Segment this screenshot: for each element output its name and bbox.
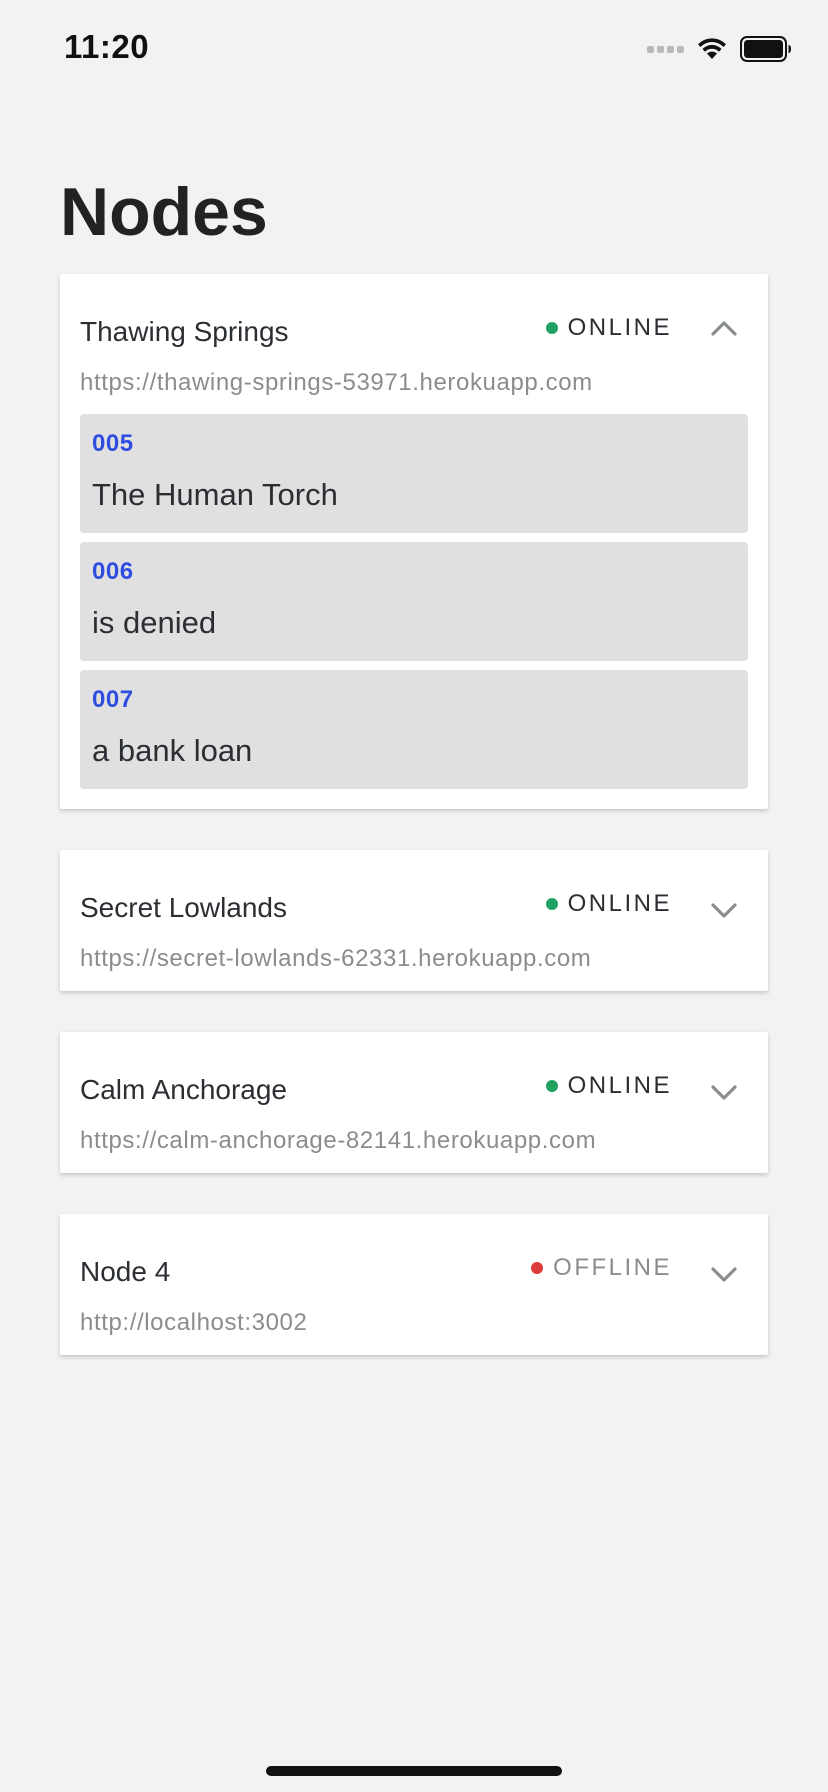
chevron-down-icon <box>711 1085 737 1100</box>
chevron-down-icon <box>711 1267 737 1282</box>
node-status: ONLINE <box>545 890 672 918</box>
node-name: Calm Anchorage <box>80 1074 288 1105</box>
home-indicator[interactable] <box>266 1766 562 1776</box>
list-item[interactable]: 005 The Human Torch <box>80 414 748 533</box>
node-status-label: ONLINE <box>567 314 672 341</box>
node-url: https://thawing-springs-53971.herokuapp.… <box>80 369 593 396</box>
expand-toggle[interactable] <box>706 1074 742 1110</box>
node-name: Thawing Springs <box>80 316 289 347</box>
status-time: 11:20 <box>64 28 150 65</box>
node-card[interactable]: Secret Lowlands ONLINE https://secret-lo… <box>60 850 768 991</box>
status-bar: 11:20 <box>0 0 828 100</box>
node-url: https://calm-anchorage-82141.herokuapp.c… <box>80 1127 597 1154</box>
node-items-list: 005 The Human Torch 006 is denied 007 a … <box>80 414 748 798</box>
node-card[interactable]: Node 4 OFFLINE http://localhost:3002 <box>60 1214 768 1355</box>
status-icons <box>647 36 792 62</box>
node-card[interactable]: Calm Anchorage ONLINE https://calm-ancho… <box>60 1032 768 1173</box>
node-status: ONLINE <box>545 1072 672 1100</box>
expand-toggle[interactable] <box>706 1256 742 1292</box>
item-id: 007 <box>92 686 134 713</box>
node-status: ONLINE <box>545 314 672 342</box>
page-title: Nodes <box>60 174 268 250</box>
online-status-dot <box>545 898 558 910</box>
item-text: is denied <box>92 605 217 640</box>
list-item[interactable]: 006 is denied <box>80 542 748 661</box>
node-url: https://secret-lowlands-62331.herokuapp.… <box>80 945 592 972</box>
node-status: OFFLINE <box>531 1254 672 1282</box>
node-status-label: OFFLINE <box>553 1254 672 1281</box>
node-status-label: ONLINE <box>567 890 672 917</box>
item-text: The Human Torch <box>92 477 338 512</box>
chevron-up-icon <box>711 321 737 336</box>
online-status-dot <box>545 322 558 334</box>
cellular-signal-icon <box>647 45 684 53</box>
node-url: http://localhost:3002 <box>80 1309 308 1336</box>
item-id: 006 <box>92 558 134 585</box>
item-id: 005 <box>92 430 134 457</box>
wifi-icon <box>698 38 726 59</box>
item-text: a bank loan <box>92 733 253 768</box>
list-item[interactable]: 007 a bank loan <box>80 670 748 789</box>
online-status-dot <box>545 1080 558 1092</box>
node-name: Node 4 <box>80 1256 171 1287</box>
expand-toggle[interactable] <box>706 892 742 928</box>
offline-status-dot <box>531 1262 544 1274</box>
battery-icon <box>740 36 791 62</box>
node-status-label: ONLINE <box>567 1072 672 1099</box>
node-card[interactable]: Thawing Springs ONLINE https://thawing-s… <box>60 274 768 809</box>
collapse-toggle[interactable] <box>706 310 742 346</box>
chevron-down-icon <box>711 903 737 918</box>
node-name: Secret Lowlands <box>80 892 288 923</box>
